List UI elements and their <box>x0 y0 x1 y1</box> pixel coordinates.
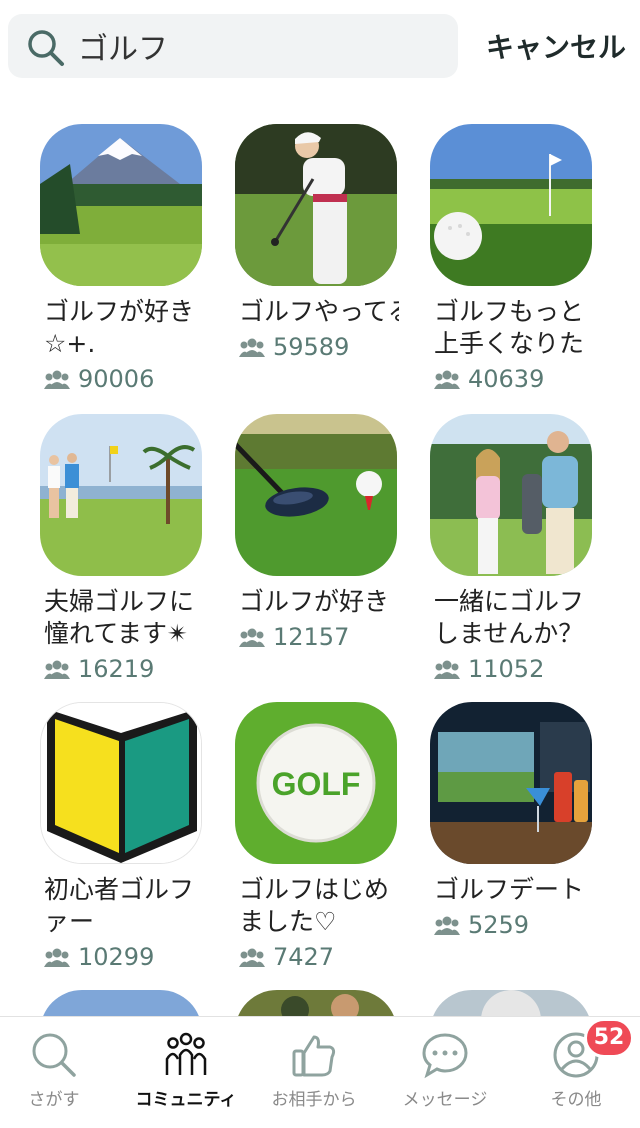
community-card[interactable]: ゴルフやってる 59589 <box>235 124 405 409</box>
community-card[interactable]: 夫婦ゴルフに憧れてます✴ 16219 <box>40 414 210 699</box>
community-thumbnail[interactable] <box>235 124 397 286</box>
community-title: 初心者ゴルファー <box>44 875 195 936</box>
bottom-nav: さがす コミュニティ お相手から メッセージ その他 <box>0 1016 640 1127</box>
member-count: 16219 <box>44 654 154 684</box>
members-icon <box>434 370 460 389</box>
message-icon <box>422 1033 468 1079</box>
community-card[interactable]: 初心者ゴルファー 10299 <box>40 702 210 987</box>
members-icon <box>44 948 70 967</box>
community-title: 夫婦ゴルフに憧れてます✴ <box>44 587 195 648</box>
community-card[interactable]: GOLF ゴルフはじめました♡ 7427 <box>235 702 405 987</box>
community-card[interactable]: ゴルフデート 5259 <box>430 702 600 987</box>
community-thumbnail[interactable] <box>430 990 592 1016</box>
search-header: キャンセル <box>0 0 640 96</box>
thumbs-up-icon <box>292 1035 336 1077</box>
member-count: 90006 <box>44 364 154 394</box>
member-count: 11052 <box>434 654 544 684</box>
member-count-value: 5259 <box>468 911 530 939</box>
community-thumbnail[interactable] <box>235 414 397 576</box>
nav-item-community[interactable]: コミュニティ <box>122 1017 250 1128</box>
community-thumbnail[interactable] <box>40 702 202 864</box>
nav-item-messages[interactable]: メッセージ <box>381 1017 509 1128</box>
member-count-value: 40639 <box>468 365 545 393</box>
community-title: ゴルフが好き <box>239 587 390 616</box>
nav-label: メッセージ <box>402 1090 488 1110</box>
search-icon <box>28 30 64 66</box>
community-card[interactable]: ゴルフもっと上手くなりたい 40639 <box>430 124 600 409</box>
community-title: 一緒にゴルフしませんか？ <box>434 587 585 648</box>
members-icon <box>239 338 265 357</box>
community-title: ゴルフやってる <box>239 297 399 326</box>
nav-label: その他 <box>550 1090 602 1110</box>
search-input[interactable] <box>78 14 448 78</box>
community-title: ゴルフもっと上手くなりたい <box>434 297 585 362</box>
notification-badge: 52 <box>584 1018 634 1058</box>
member-count-value: 11052 <box>468 655 545 683</box>
member-count: 59589 <box>239 332 349 362</box>
member-count: 5259 <box>434 910 529 940</box>
community-title: ゴルフが好き☆+. <box>44 297 195 358</box>
member-count: 40639 <box>434 364 544 394</box>
community-thumbnail[interactable]: GOLF <box>235 702 397 864</box>
member-count-value: 12157 <box>273 623 350 651</box>
community-thumbnail[interactable] <box>430 414 592 576</box>
members-icon <box>239 628 265 647</box>
member-count-value: 10299 <box>78 943 155 971</box>
nav-item-search[interactable]: さがす <box>0 1017 118 1128</box>
nav-label: さがす <box>28 1090 80 1110</box>
cancel-button[interactable]: キャンセル <box>476 14 626 78</box>
community-thumbnail[interactable] <box>235 990 397 1016</box>
search-box[interactable] <box>8 14 458 78</box>
member-count: 7427 <box>239 942 334 972</box>
golf-ball-text: GOLF <box>272 766 361 802</box>
member-count-value: 16219 <box>78 655 155 683</box>
member-count-value: 7427 <box>273 943 335 971</box>
community-card[interactable]: 一緒にゴルフしませんか？ 11052 <box>430 414 600 699</box>
community-thumbnail[interactable] <box>40 414 202 576</box>
community-thumbnail[interactable] <box>40 990 202 1016</box>
nav-label: お相手から <box>271 1090 357 1110</box>
member-count-value: 59589 <box>273 333 350 361</box>
community-card[interactable]: ゴルフが好き☆+. 90006 <box>40 124 210 409</box>
members-icon <box>44 370 70 389</box>
members-icon <box>239 948 265 967</box>
member-count: 12157 <box>239 622 349 652</box>
search-icon <box>32 1033 76 1077</box>
community-card[interactable]: ゴルフが好き 12157 <box>235 414 405 699</box>
nav-item-likes[interactable]: お相手から <box>250 1017 378 1128</box>
member-count-value: 90006 <box>78 365 155 393</box>
nav-label: コミュニティ <box>135 1090 237 1110</box>
community-icon <box>165 1032 207 1075</box>
members-icon <box>44 660 70 679</box>
members-icon <box>434 916 460 935</box>
members-icon <box>434 660 460 679</box>
community-thumbnail[interactable] <box>40 124 202 286</box>
community-title: ゴルフはじめました♡ <box>239 875 390 936</box>
community-thumbnail[interactable] <box>430 124 592 286</box>
community-title: ゴルフデート <box>434 875 585 904</box>
community-grid: ゴルフが好き☆+. 90006 ゴルフやってる 59589 ゴルフもっと上手くな… <box>0 96 640 1016</box>
community-thumbnail[interactable] <box>430 702 592 864</box>
member-count: 10299 <box>44 942 154 972</box>
